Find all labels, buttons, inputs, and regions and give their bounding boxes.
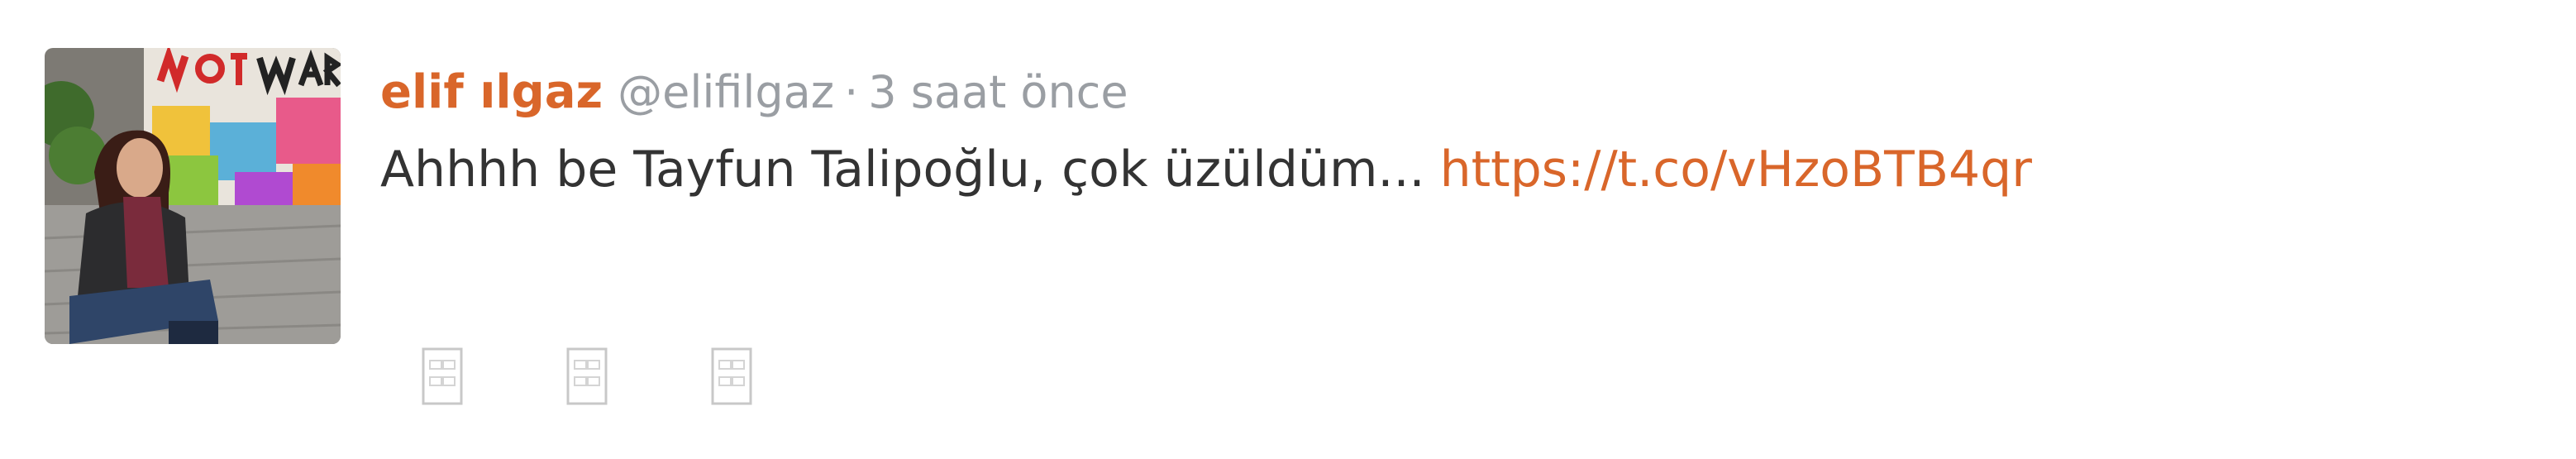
tweet-body: Ahhhh be Tayfun Talipoğlu, çok üzüldüm..… <box>380 141 1425 198</box>
avatar-photo <box>45 48 341 344</box>
author-screen-name[interactable]: @elifilgaz <box>618 66 834 118</box>
retweet-button[interactable] <box>566 347 608 405</box>
reply-button[interactable] <box>422 347 463 405</box>
reply-icon <box>422 347 463 405</box>
author-display-name[interactable]: elif ılgaz <box>380 65 603 119</box>
tweet-timestamp[interactable]: 3 saat önce <box>868 66 1128 118</box>
tweet-text: Ahhhh be Tayfun Talipoğlu, çok üzüldüm..… <box>380 132 2032 207</box>
avatar[interactable] <box>45 48 341 344</box>
tweet-link[interactable]: https://t.co/vHzoBTB4qr <box>1440 141 2032 198</box>
header-separator: · <box>844 66 859 118</box>
favorite-icon <box>711 347 752 405</box>
retweet-icon <box>566 347 608 405</box>
favorite-button[interactable] <box>711 347 752 405</box>
tweet-header: elif ılgaz @elifilgaz · 3 saat önce <box>380 60 1128 126</box>
tweet-card: elif ılgaz @elifilgaz · 3 saat önce Ahhhh b… <box>0 0 2576 459</box>
